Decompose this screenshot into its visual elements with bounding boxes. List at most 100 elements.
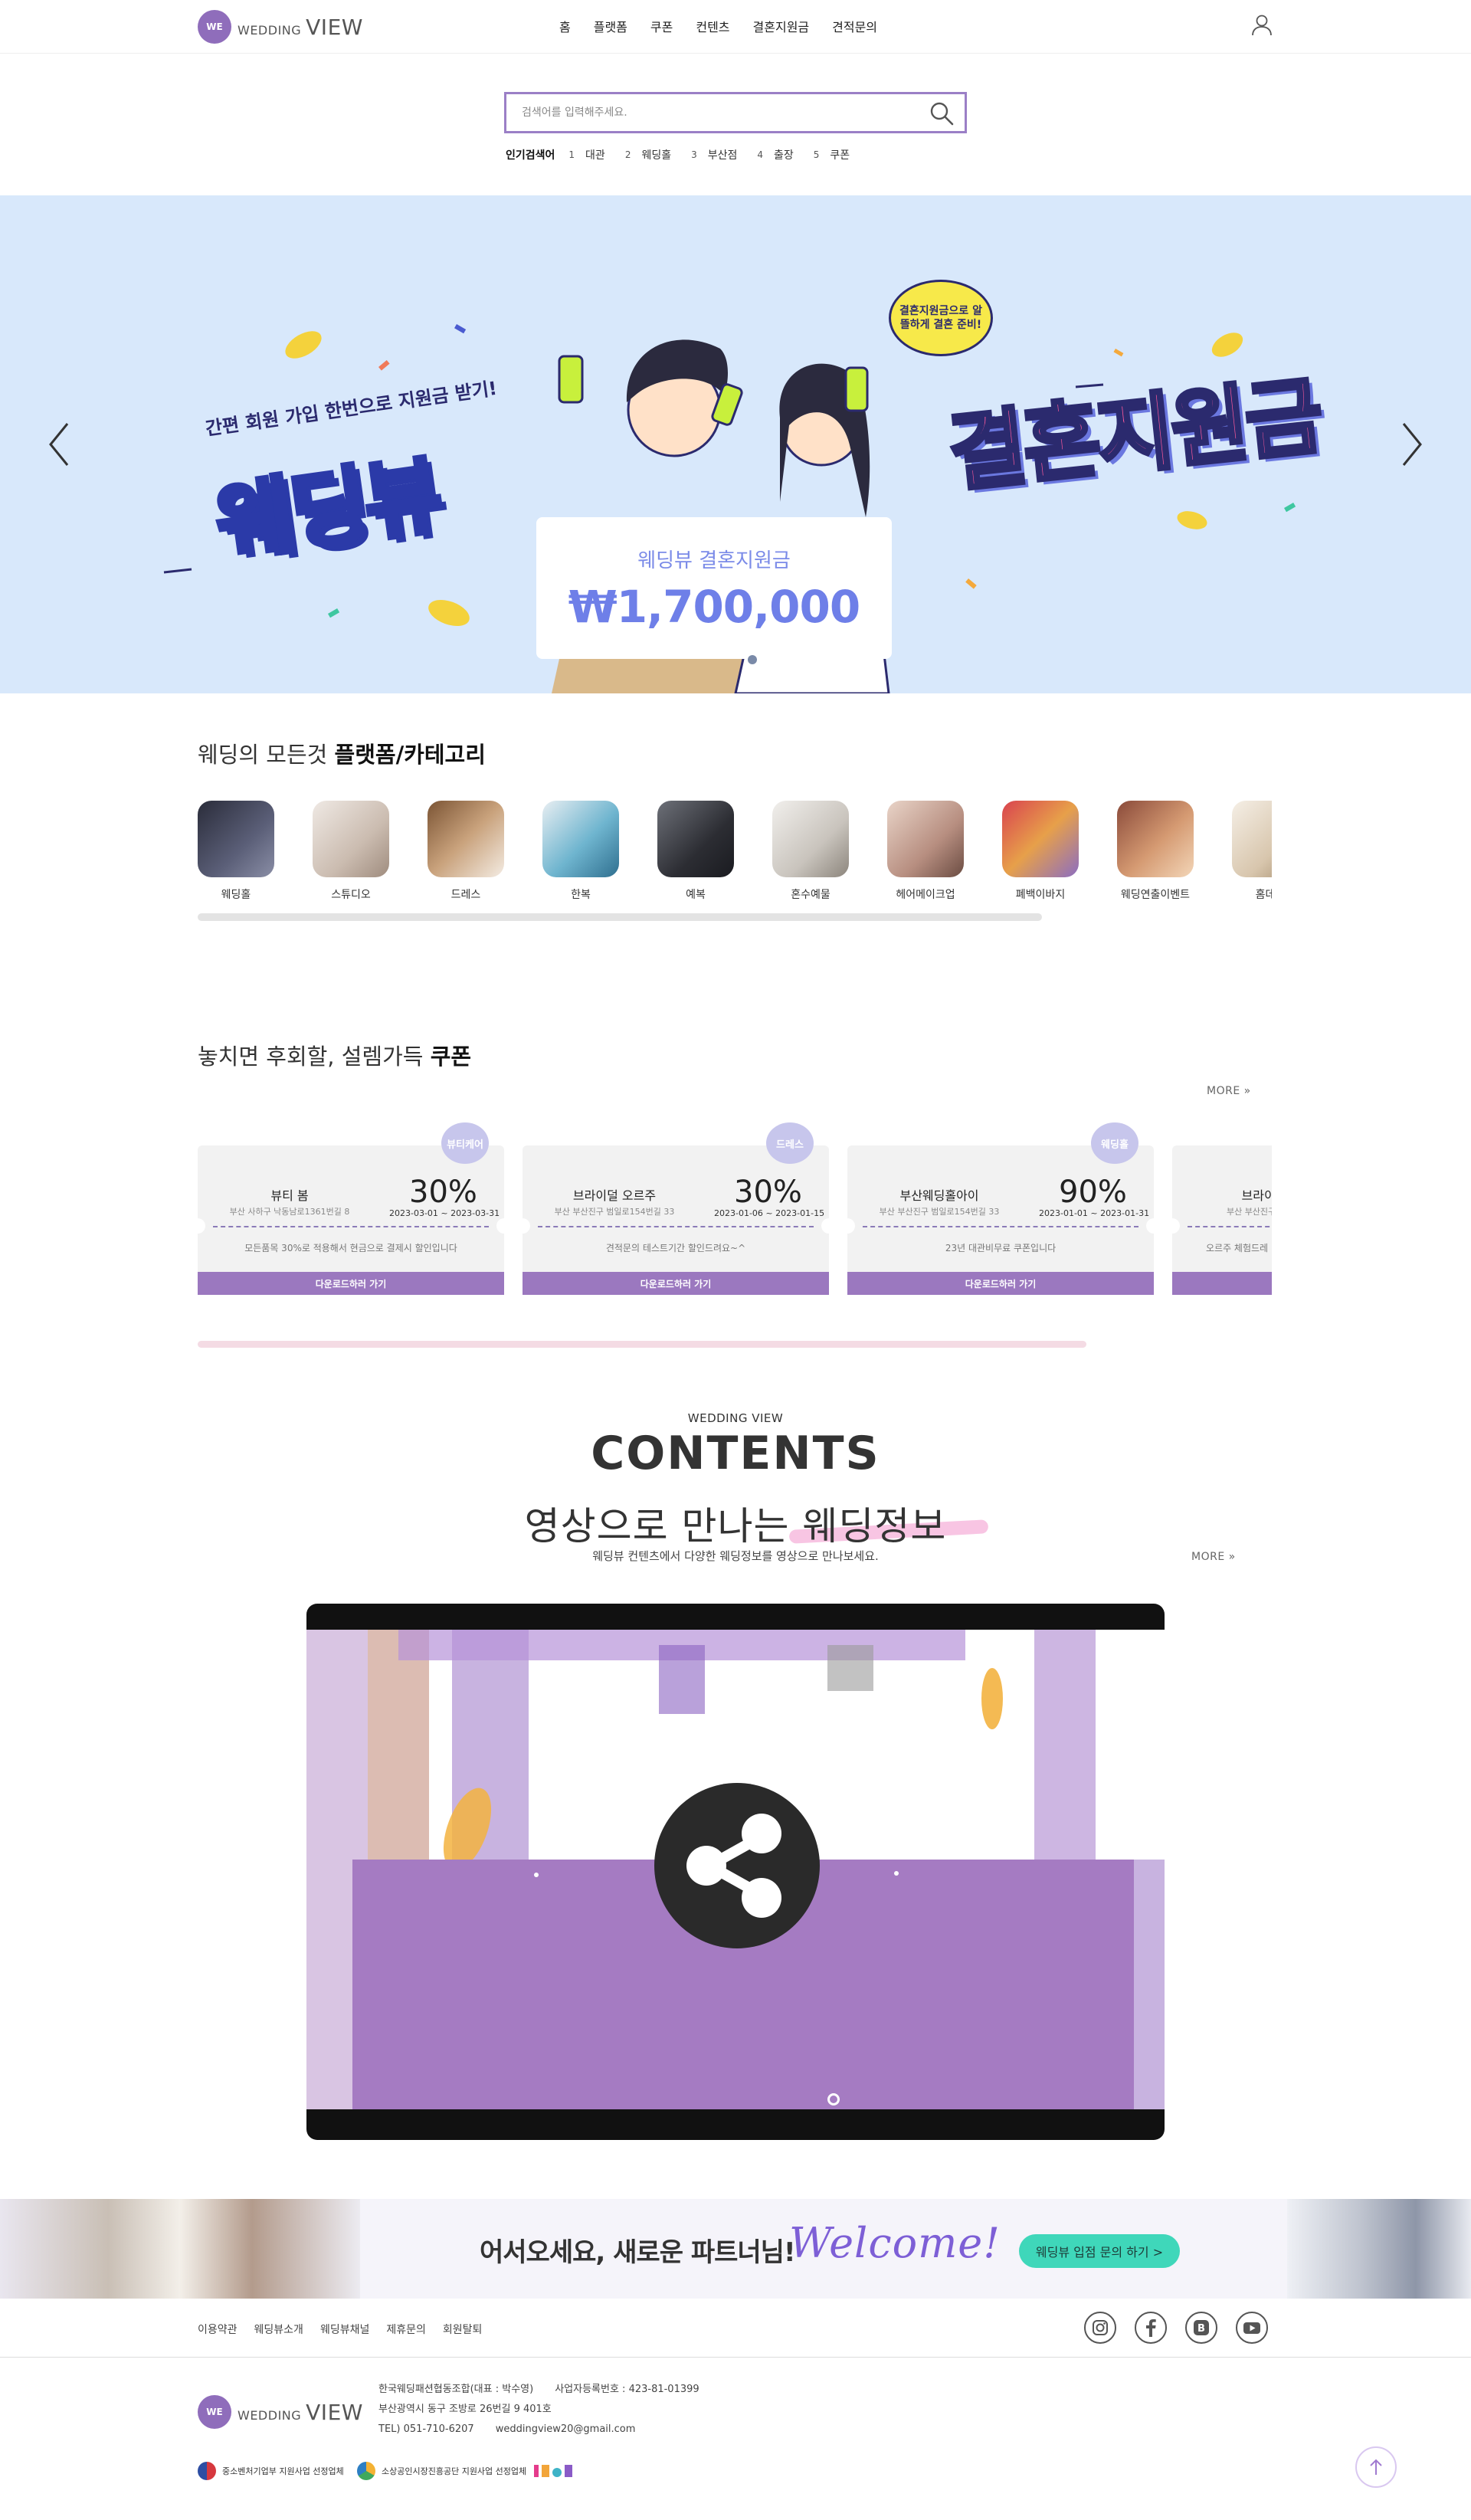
business-number: 사업자등록번호 : 423-81-01399 xyxy=(555,2384,699,2395)
popular-keyword-2[interactable]: 2 웨딩홀 xyxy=(625,147,671,162)
category-item[interactable]: 혼수예물 xyxy=(772,801,849,908)
footer-link-partnership[interactable]: 제휴문의 xyxy=(386,2322,426,2337)
coupon-divider xyxy=(213,1226,489,1227)
popular-keyword-3[interactable]: 3 부산점 xyxy=(691,147,737,162)
svg-text:B: B xyxy=(1197,2323,1205,2335)
coupon-download-button[interactable] xyxy=(1172,1272,1272,1295)
ticket-label: 웨딩뷰 결혼지원금 xyxy=(637,549,791,572)
category-image xyxy=(887,801,964,877)
category-item[interactable]: 한복 xyxy=(542,801,619,908)
video-player[interactable] xyxy=(306,1604,1165,2140)
coupon-card: 드레스 브라이덜 오르주 부산 부산진구 범일로154번길 33 30% 202… xyxy=(515,1115,837,1295)
kfc-cert-logo xyxy=(534,2465,573,2477)
footer-link-channel[interactable]: 웨딩뷰채널 xyxy=(320,2322,369,2337)
category-image xyxy=(198,801,274,877)
footer-link-about[interactable]: 웨딩뷰소개 xyxy=(254,2322,303,2337)
company-tel: TEL) 051-710-6207 xyxy=(378,2423,474,2435)
partner-banner: 어서오세요, 새로운 파트너님! Welcome! 웨딩뷰 입점 문의 하기 > xyxy=(0,2199,1471,2299)
blog-icon[interactable]: B xyxy=(1184,2311,1218,2345)
nav-item-platform[interactable]: 플랫폼 xyxy=(594,17,627,35)
category-item[interactable]: 홈데코 xyxy=(1232,801,1272,908)
scroll-top-button[interactable] xyxy=(1355,2446,1397,2488)
nav-item-support[interactable]: 결혼지원금 xyxy=(753,17,810,35)
nav-item-contents[interactable]: 컨텐츠 xyxy=(696,17,729,35)
popular-keyword-1[interactable]: 1 대관 xyxy=(568,147,604,162)
video-progress-dot[interactable] xyxy=(827,2093,840,2105)
popular-keyword-4[interactable]: 4 출장 xyxy=(757,147,793,162)
platform-section-title: 웨딩의 모든것 플랫폼/카테고리 xyxy=(198,742,486,768)
hero-banner: 간편 회원 가입 한번으로 지원금 받기! 웨딩뷰 결혼지원금 결혼지원금으로 … xyxy=(0,195,1471,693)
hero-next-icon[interactable] xyxy=(1396,418,1427,471)
category-image xyxy=(1002,801,1079,877)
hero-prev-icon[interactable] xyxy=(44,418,75,471)
coupon-period: 2023-01-01 ~ 2023-01-31 xyxy=(1039,1208,1150,1218)
coupon-description: 모든품목 30%로 적용해서 현금으로 결제시 할인입니다 xyxy=(244,1243,457,1253)
coupon-download-button[interactable]: 다운로드하러 가기 xyxy=(198,1272,504,1295)
user-icon[interactable] xyxy=(1251,14,1273,37)
contents-eyebrow: WEDDING VIEW xyxy=(687,1411,784,1425)
double-chevron-right-icon: » xyxy=(1228,1551,1236,1563)
arrow-up-icon xyxy=(1370,2459,1382,2475)
hero-pagination-dot[interactable] xyxy=(748,655,757,664)
youtube-icon[interactable] xyxy=(1235,2311,1269,2345)
coupon-store-name: 뷰티 봄 xyxy=(270,1188,309,1203)
footer-link-terms[interactable]: 이용약관 xyxy=(198,2322,238,2337)
logo-word-wedding: WEDDING xyxy=(238,2407,302,2423)
nav-item-coupon[interactable]: 쿠폰 xyxy=(650,17,673,35)
category-item[interactable]: 예복 xyxy=(657,801,734,908)
category-item[interactable]: 스튜디오 xyxy=(313,801,389,908)
company-info: 한국웨딩패션협동조합(대표 : 박수영) 사업자등록번호 : 423-81-01… xyxy=(378,2380,699,2440)
category-item[interactable]: 웨딩연출이벤트 xyxy=(1117,801,1194,908)
footer-divider xyxy=(0,2357,1471,2358)
category-item[interactable]: 폐백이바지 xyxy=(1002,801,1079,908)
footer-logo[interactable]: WE WEDDING VIEW xyxy=(198,2395,363,2429)
coupon-address: 부산 부산진구 범일로154번길 33 xyxy=(879,1207,1000,1217)
share-icon xyxy=(686,1814,781,1918)
coupon-store-name: 브라이덜 xyxy=(1241,1188,1272,1203)
category-image xyxy=(313,801,389,877)
coupon-section-title: 놓치면 후회할, 설렘가득 쿠폰 xyxy=(198,1044,472,1070)
search-bar xyxy=(504,92,967,133)
company-address: 부산광역시 동구 조방로 26번길 9 401호 xyxy=(378,2404,552,2415)
category-item[interactable]: 헤어메이크업 xyxy=(887,801,964,908)
category-item[interactable]: 드레스 xyxy=(428,801,504,908)
category-scrollbar[interactable] xyxy=(198,913,1042,921)
contents-more-link[interactable]: MORE » xyxy=(1191,1551,1236,1563)
coupon-more-link[interactable]: MORE » xyxy=(1207,1085,1251,1097)
popular-keywords-label: 인기검색어 xyxy=(506,149,555,162)
search-input[interactable] xyxy=(522,94,905,131)
video-share-button[interactable] xyxy=(654,1783,820,1948)
coupon-scrollbar[interactable] xyxy=(198,1341,1086,1348)
partner-welcome-text: 어서오세요, 새로운 파트너님! xyxy=(480,2237,795,2268)
search-icon[interactable] xyxy=(928,100,955,127)
site-header: WE WEDDING VIEW 홈 플랫폼 쿠폰 컨텐츠 결혼지원금 견적문의 xyxy=(0,0,1471,54)
logo-mark: WE xyxy=(198,2395,231,2429)
main-nav: 홈 플랫폼 쿠폰 컨텐츠 결혼지원금 견적문의 xyxy=(559,17,877,35)
category-item[interactable]: 웨딩홀 xyxy=(198,801,274,908)
partner-photo-left xyxy=(0,2199,360,2299)
coupon-category-badge: 뷰티케어 xyxy=(441,1122,489,1164)
footer-link-withdraw[interactable]: 회원탈퇴 xyxy=(443,2322,483,2337)
site-logo[interactable]: WE WEDDING VIEW xyxy=(198,10,363,44)
semas-logo xyxy=(357,2462,375,2480)
partner-inquiry-button[interactable]: 웨딩뷰 입점 문의 하기 > xyxy=(1019,2234,1180,2268)
coupon-description: 오르주 체험드레 xyxy=(1206,1243,1269,1253)
coupon-discount-rate: 30% xyxy=(409,1175,477,1210)
coupon-description: 23년 대관비무료 쿠폰입니다 xyxy=(945,1243,1057,1253)
partner-welcome-script: Welcome! xyxy=(789,2219,1001,2267)
coupon-download-button[interactable]: 다운로드하러 가기 xyxy=(523,1272,829,1295)
contents-title: CONTENTS xyxy=(591,1427,880,1480)
hero-speech-bubble: 결혼지원금으로 알뜰하게 결혼 준비! xyxy=(889,280,993,356)
nav-item-estimate[interactable]: 견적문의 xyxy=(832,17,877,35)
nav-item-home[interactable]: 홈 xyxy=(559,17,571,35)
popular-keyword-5[interactable]: 5 쿠폰 xyxy=(814,147,850,162)
coupon-download-button[interactable]: 다운로드하러 가기 xyxy=(847,1272,1154,1295)
coupon-discount-rate: 90% xyxy=(1059,1175,1127,1210)
coupon-address: 부산 사하구 낙동남로1361번길 8 xyxy=(229,1207,350,1217)
certification-sme: 중소벤처기업부 지원사업 선정업체 xyxy=(198,2462,344,2480)
facebook-icon[interactable] xyxy=(1134,2311,1168,2345)
instagram-icon[interactable] xyxy=(1083,2311,1117,2345)
coupon-category-badge: 웨딩홀 xyxy=(1091,1122,1138,1164)
category-image xyxy=(657,801,734,877)
coupon-period: 2023-01-06 ~ 2023-01-15 xyxy=(714,1208,825,1218)
